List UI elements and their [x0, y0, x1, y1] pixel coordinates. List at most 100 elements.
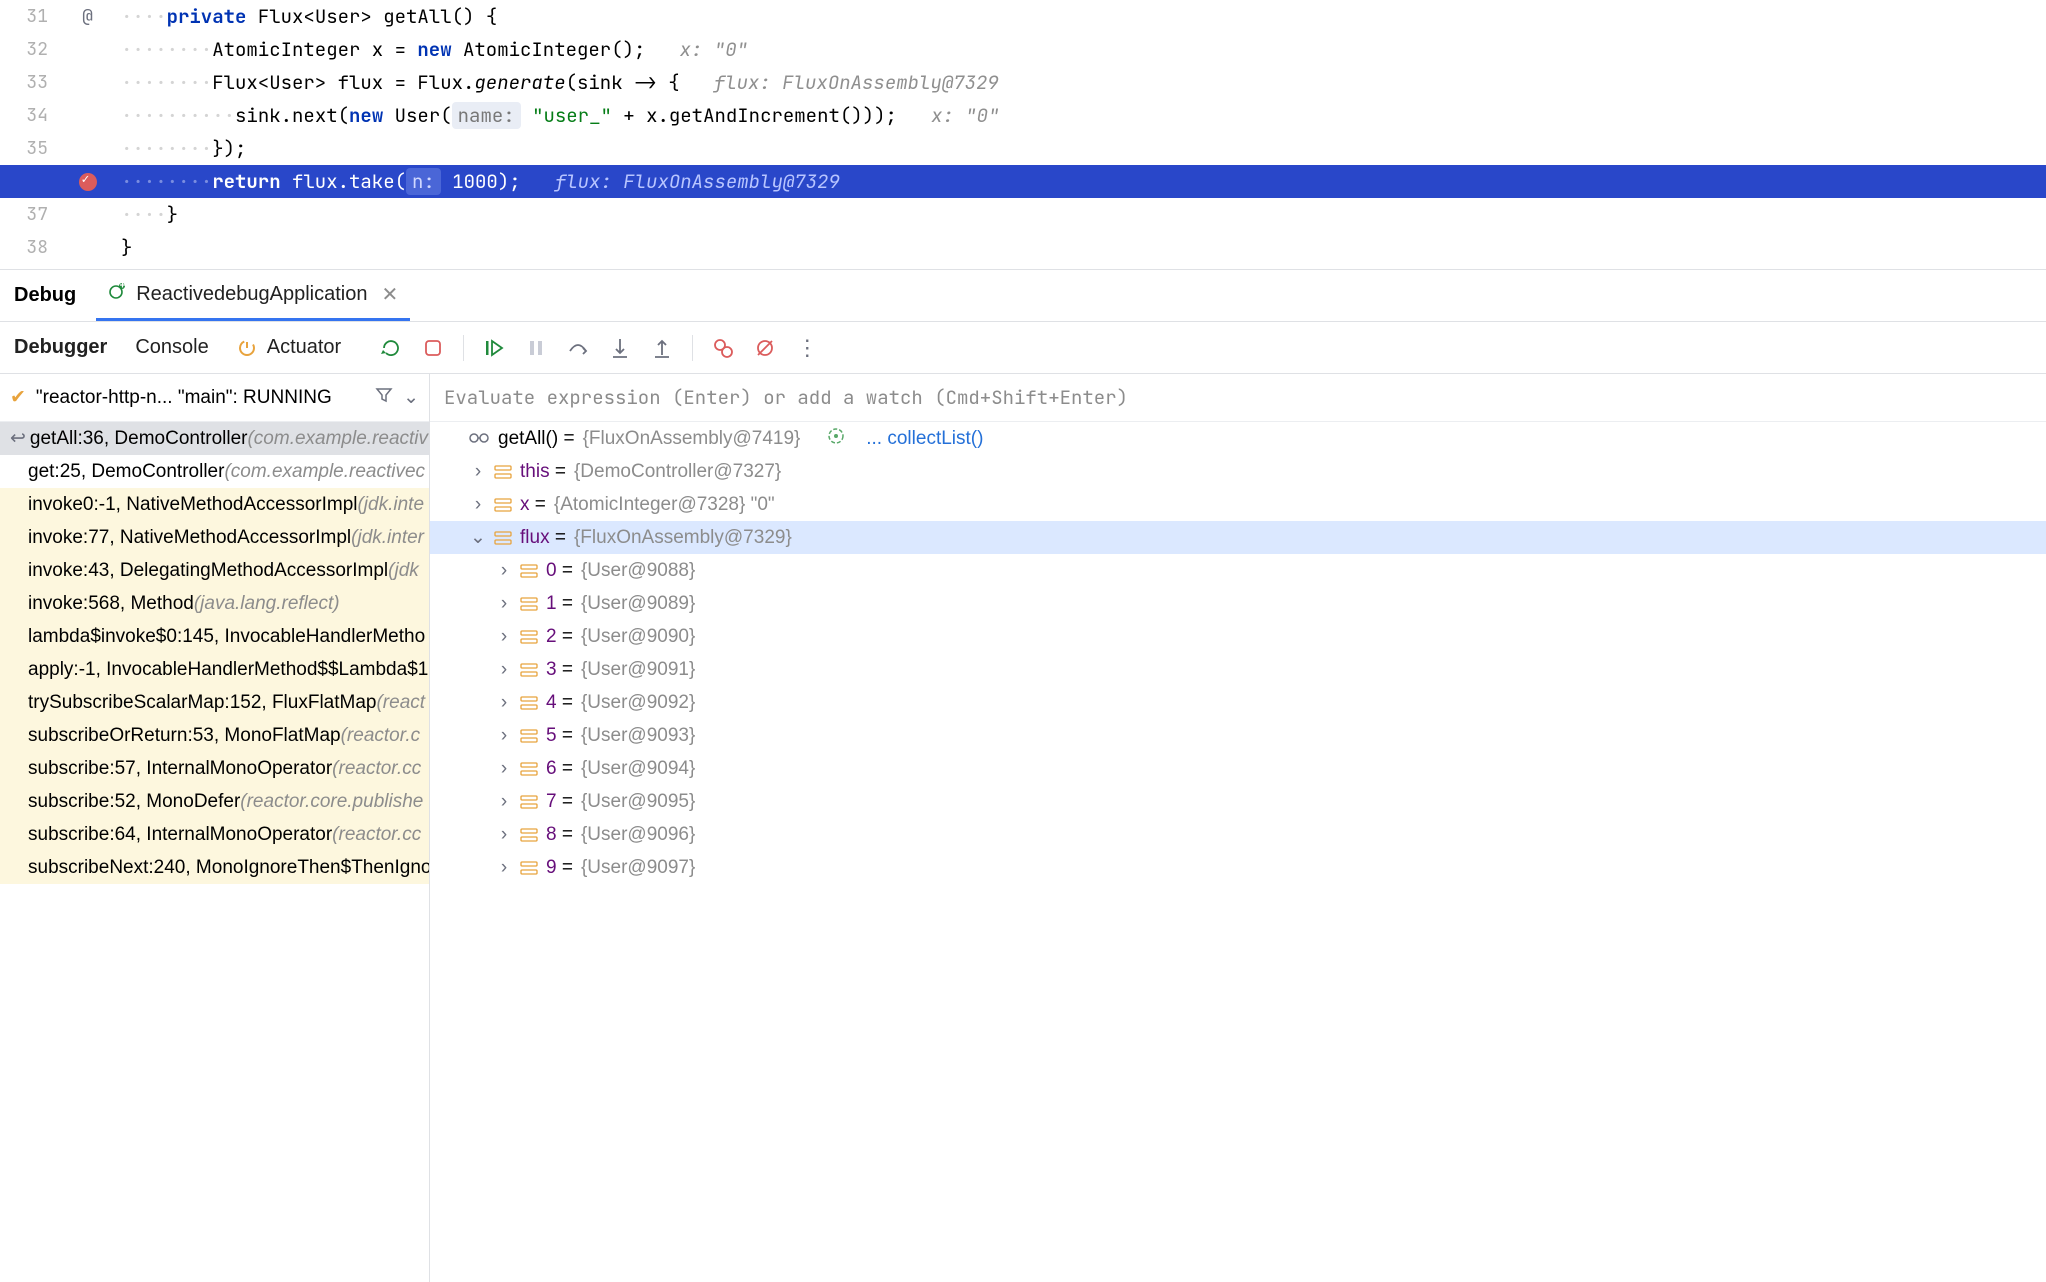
- rerun-icon[interactable]: [379, 336, 403, 360]
- expand-chevron-icon[interactable]: ⌄: [470, 526, 486, 549]
- view-breakpoints-icon[interactable]: [711, 336, 735, 360]
- code-text[interactable]: ········});: [115, 136, 2046, 161]
- field-icon: [520, 828, 538, 842]
- thread-selector[interactable]: ✔ "reactor-http-n... "main": RUNNING ⌄: [0, 374, 429, 422]
- variables-panel: Evaluate expression (Enter) or add a wat…: [430, 374, 2046, 1282]
- field-icon: [520, 597, 538, 611]
- expand-chevron-icon[interactable]: ›: [496, 857, 512, 879]
- variable-row[interactable]: ›2 = {User@9090}: [430, 620, 2046, 653]
- code-line[interactable]: 31@····private Flux<User> getAll() {: [0, 0, 2046, 33]
- code-line[interactable]: ········return flux.take(n: 1000); flux:…: [0, 165, 2046, 198]
- frame-list[interactable]: ↩getAll:36, DemoController (com.example.…: [0, 422, 429, 1282]
- step-over-icon[interactable]: [566, 336, 590, 360]
- variable-row[interactable]: ›7 = {User@9095}: [430, 785, 2046, 818]
- resume-icon[interactable]: [482, 336, 506, 360]
- variable-row[interactable]: ›6 = {User@9094}: [430, 752, 2046, 785]
- intention-icon[interactable]: @: [60, 5, 115, 28]
- evaluate-expression-input[interactable]: Evaluate expression (Enter) or add a wat…: [430, 374, 2046, 422]
- code-text[interactable]: }: [115, 235, 2046, 260]
- tab-debugger[interactable]: Debugger: [14, 336, 107, 359]
- more-icon[interactable]: ⋮: [795, 336, 819, 360]
- variable-row[interactable]: ›x = {AtomicInteger@7328} "0": [430, 488, 2046, 521]
- stack-frame[interactable]: ↩getAll:36, DemoController (com.example.…: [0, 422, 429, 455]
- stop-icon[interactable]: [421, 336, 445, 360]
- variable-row[interactable]: ›9 = {User@9097}: [430, 851, 2046, 884]
- stack-frame[interactable]: subscribe:64, InternalMonoOperator (reac…: [0, 818, 429, 851]
- stack-frame[interactable]: subscribe:57, InternalMonoOperator (reac…: [0, 752, 429, 785]
- variable-row[interactable]: ›4 = {User@9092}: [430, 686, 2046, 719]
- expand-chevron-icon[interactable]: ›: [496, 593, 512, 615]
- expand-chevron-icon[interactable]: ›: [496, 659, 512, 681]
- expand-chevron-icon[interactable]: ›: [496, 725, 512, 747]
- expand-chevron-icon[interactable]: ›: [496, 560, 512, 582]
- variable-row[interactable]: ›8 = {User@9096}: [430, 818, 2046, 851]
- stack-frame[interactable]: subscribeOrReturn:53, MonoFlatMap (react…: [0, 719, 429, 752]
- code-text[interactable]: ····private Flux<User> getAll() {: [115, 4, 2046, 29]
- expand-chevron-icon[interactable]: ›: [496, 626, 512, 648]
- run-config-tab[interactable]: ReactivedebugApplication ✕: [96, 270, 410, 321]
- stack-frame[interactable]: invoke:43, DelegatingMethodAccessorImpl …: [0, 554, 429, 587]
- field-icon: [520, 663, 538, 677]
- code-line[interactable]: 35 ········});: [0, 132, 2046, 165]
- close-tab-icon[interactable]: ✕: [382, 282, 399, 307]
- code-line[interactable]: 32········AtomicInteger x = new AtomicIn…: [0, 33, 2046, 66]
- tab-actuator[interactable]: Actuator: [267, 336, 341, 359]
- variable-row[interactable]: ›1 = {User@9089}: [430, 587, 2046, 620]
- code-line[interactable]: 34··········sink.next(new User(name: "us…: [0, 99, 2046, 132]
- stack-frame[interactable]: invoke0:-1, NativeMethodAccessorImpl (jd…: [0, 488, 429, 521]
- tab-console[interactable]: Console: [135, 336, 208, 359]
- field-icon: [494, 465, 512, 479]
- filter-icon[interactable]: [375, 386, 393, 410]
- result-row[interactable]: getAll() = {FluxOnAssembly@7419} ... col…: [430, 422, 2046, 455]
- line-number: 38: [0, 236, 60, 259]
- glasses-icon: [468, 428, 490, 450]
- expand-chevron-icon[interactable]: ›: [470, 461, 486, 483]
- stack-frame[interactable]: subscribeNext:240, MonoIgnoreThen$ThenIg…: [0, 851, 429, 884]
- pause-icon[interactable]: [524, 336, 548, 360]
- field-icon: [520, 861, 538, 875]
- expand-chevron-icon[interactable]: ›: [470, 494, 486, 516]
- run-config-label: ReactivedebugApplication: [136, 283, 367, 306]
- code-text[interactable]: ········Flux<User> flux = Flux.generate(…: [115, 70, 2046, 95]
- code-text[interactable]: ········AtomicInteger x = new AtomicInte…: [115, 37, 2046, 62]
- step-out-icon[interactable]: [650, 336, 674, 360]
- code-line[interactable]: 37 ····}: [0, 198, 2046, 231]
- chevron-down-icon[interactable]: ⌄: [403, 386, 419, 409]
- line-number: 31: [0, 5, 60, 28]
- expand-chevron-icon[interactable]: ›: [496, 692, 512, 714]
- expand-chevron-icon[interactable]: ›: [496, 824, 512, 846]
- variable-row[interactable]: ⌄flux = {FluxOnAssembly@7329}: [430, 521, 2046, 554]
- variable-row[interactable]: ›5 = {User@9093}: [430, 719, 2046, 752]
- stack-frame[interactable]: subscribe:52, MonoDefer (reactor.core.pu…: [0, 785, 429, 818]
- expand-chevron-icon[interactable]: ›: [496, 791, 512, 813]
- stack-frame[interactable]: invoke:568, Method (java.lang.reflect): [0, 587, 429, 620]
- code-editor[interactable]: 31@····private Flux<User> getAll() {32··…: [0, 0, 2046, 270]
- stack-frame[interactable]: lambda$invoke$0:145, InvocableHandlerMet…: [0, 620, 429, 653]
- stack-frame[interactable]: trySubscribeScalarMap:152, FluxFlatMap (…: [0, 686, 429, 719]
- code-text[interactable]: ··········sink.next(new User(name: "user…: [115, 103, 2046, 128]
- mute-breakpoints-icon[interactable]: [753, 336, 777, 360]
- breakpoint-icon[interactable]: [60, 173, 115, 191]
- variable-row[interactable]: ›this = {DemoController@7327}: [430, 455, 2046, 488]
- field-icon: [494, 498, 512, 512]
- line-number: 37: [0, 203, 60, 226]
- collect-list-link[interactable]: ... collectList(): [866, 428, 983, 450]
- code-line[interactable]: 33 ········Flux<User> flux = Flux.generat…: [0, 66, 2046, 99]
- debug-subtabs: Debugger Console Actuator ⋮: [0, 322, 2046, 374]
- line-number: 33: [0, 71, 60, 94]
- eval-placeholder: Evaluate expression (Enter) or add a wat…: [444, 385, 1128, 410]
- stack-frame[interactable]: get:25, DemoController (com.example.reac…: [0, 455, 429, 488]
- step-into-icon[interactable]: [608, 336, 632, 360]
- variable-list[interactable]: getAll() = {FluxOnAssembly@7419} ... col…: [430, 422, 2046, 1282]
- line-number: 35: [0, 137, 60, 160]
- variable-row[interactable]: ›3 = {User@9091}: [430, 653, 2046, 686]
- variable-row[interactable]: ›0 = {User@9088}: [430, 554, 2046, 587]
- stack-frame[interactable]: apply:-1, InvocableHandlerMethod$$Lambda…: [0, 653, 429, 686]
- code-text[interactable]: ········return flux.take(n: 1000); flux:…: [115, 169, 2046, 194]
- code-line[interactable]: 38}: [0, 231, 2046, 264]
- field-icon: [520, 795, 538, 809]
- field-icon: [520, 696, 538, 710]
- code-text[interactable]: ····}: [115, 202, 2046, 227]
- expand-chevron-icon[interactable]: ›: [496, 758, 512, 780]
- stack-frame[interactable]: invoke:77, NativeMethodAccessorImpl (jdk…: [0, 521, 429, 554]
